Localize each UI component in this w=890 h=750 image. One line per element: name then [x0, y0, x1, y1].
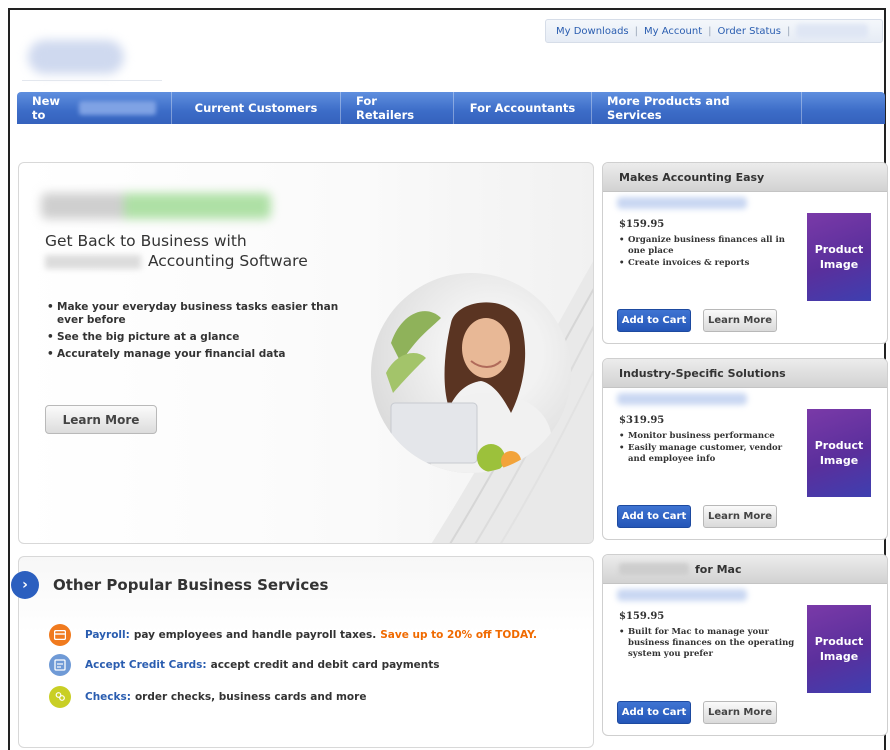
- product-price: $319.95: [619, 415, 665, 426]
- product-feature: Create invoices & reports: [619, 258, 797, 269]
- hero-bullet: Make your everyday business tasks easier…: [47, 301, 357, 327]
- brand-logo: [41, 193, 271, 219]
- product-card: for Mac $159.95 Built for Mac to manage …: [602, 554, 888, 736]
- product-image[interactable]: Product Image: [807, 605, 871, 693]
- redacted-link[interactable]: [796, 24, 869, 38]
- business-services-panel: › Other Popular Business Services Payrol…: [11, 556, 594, 748]
- hero-bullet: Accurately manage your financial data: [47, 348, 357, 361]
- service-description: pay employees and handle payroll taxes.: [133, 629, 377, 641]
- checks-link[interactable]: Checks:: [85, 691, 131, 703]
- logo[interactable]: [28, 40, 124, 74]
- product-price: $159.95: [619, 611, 665, 622]
- main-nav: New to Current Customers For Retailers F…: [17, 92, 885, 124]
- service-description: accept credit and debit card payments: [210, 659, 440, 671]
- payroll-link[interactable]: Payroll:: [85, 629, 130, 641]
- nav-for-retailers[interactable]: For Retailers: [341, 92, 454, 124]
- service-item-payroll: Payroll: pay employees and handle payrol…: [49, 624, 537, 646]
- redacted-product-name[interactable]: [617, 393, 747, 405]
- nav-for-retailers-label: For Retailers: [356, 94, 415, 122]
- product-feature: Easily manage customer, vendor and emplo…: [619, 443, 797, 465]
- service-description: order checks, business cards and more: [134, 691, 367, 703]
- product-card-title: Makes Accounting Easy: [619, 170, 765, 184]
- product-feature: Monitor business performance: [619, 431, 797, 442]
- redacted-product-name: [45, 254, 141, 269]
- services-title: Other Popular Business Services: [53, 576, 329, 594]
- product-card-header: Makes Accounting Easy: [603, 163, 887, 192]
- hero-banner: Get Back to Business with Accounting Sof…: [18, 162, 594, 544]
- learn-more-button[interactable]: Learn More: [703, 309, 777, 332]
- divider: |: [634, 25, 639, 37]
- my-downloads-link[interactable]: My Downloads: [556, 26, 629, 37]
- divider: |: [786, 25, 791, 37]
- product-card-header: Industry-Specific Solutions: [603, 359, 887, 388]
- service-item-checks: Checks: order checks, business cards and…: [49, 686, 366, 708]
- checks-icon: [49, 686, 71, 708]
- chevron-right-icon: ›: [11, 571, 39, 599]
- nav-for-accountants[interactable]: For Accountants: [454, 92, 592, 124]
- nav-current-customers[interactable]: Current Customers: [172, 92, 341, 124]
- redacted-brand: [79, 101, 156, 115]
- product-image[interactable]: Product Image: [807, 213, 871, 301]
- redacted-brand: [619, 563, 689, 575]
- product-features: Monitor business performance Easily mana…: [619, 431, 797, 466]
- hero-title: Get Back to Business with Accounting Sof…: [45, 231, 308, 271]
- utility-nav: My Downloads | My Account | Order Status…: [545, 19, 883, 43]
- nav-new-to[interactable]: New to: [17, 92, 172, 124]
- logo-divider: [22, 80, 162, 81]
- hero-photo: [371, 273, 571, 473]
- service-item-credit-cards: Accept Credit Cards: accept credit and d…: [49, 654, 440, 676]
- add-to-cart-button[interactable]: Add to Cart: [617, 701, 691, 724]
- product-card: Industry-Specific Solutions $319.95 Moni…: [602, 358, 888, 540]
- redacted-product-name[interactable]: [617, 589, 747, 601]
- accept-credit-cards-link[interactable]: Accept Credit Cards:: [85, 659, 207, 671]
- divider: |: [708, 25, 712, 37]
- my-account-link[interactable]: My Account: [644, 26, 702, 37]
- product-image[interactable]: Product Image: [807, 409, 871, 497]
- product-card: Makes Accounting Easy $159.95 Organize b…: [602, 162, 888, 344]
- product-card-title: Industry-Specific Solutions: [619, 366, 786, 380]
- hero-learn-more-button[interactable]: Learn More: [45, 405, 157, 434]
- product-features: Built for Mac to manage your business fi…: [619, 627, 797, 661]
- hero-bullet: See the big picture at a glance: [47, 331, 357, 344]
- product-feature: Organize business finances all in one pl…: [619, 235, 797, 257]
- nav-current-customers-label: Current Customers: [194, 101, 318, 115]
- product-features: Organize business finances all in one pl…: [619, 235, 797, 270]
- payroll-promo[interactable]: Save up to 20% off TODAY.: [380, 629, 537, 641]
- woman-laptop-illustration: [386, 302, 556, 473]
- product-price: $159.95: [619, 219, 665, 230]
- payroll-icon: [49, 624, 71, 646]
- nav-new-to-label: New to: [32, 94, 61, 122]
- nav-more-products-label: More Products and Services: [607, 94, 730, 122]
- order-status-link[interactable]: Order Status: [718, 26, 781, 37]
- add-to-cart-button[interactable]: Add to Cart: [617, 505, 691, 528]
- learn-more-button[interactable]: Learn More: [703, 505, 777, 528]
- hero-title-line1: Get Back to Business with: [45, 232, 247, 250]
- nav-for-accountants-label: For Accountants: [469, 101, 576, 115]
- hero-title-line2: Accounting Software: [147, 252, 308, 270]
- product-card-title: for Mac: [695, 562, 742, 576]
- hero-bullets: Make your everyday business tasks easier…: [47, 301, 357, 365]
- product-feature: Built for Mac to manage your business fi…: [619, 627, 797, 660]
- nav-more-products[interactable]: More Products and Services: [592, 92, 802, 124]
- credit-card-icon: [49, 654, 71, 676]
- learn-more-button[interactable]: Learn More: [703, 701, 777, 724]
- redacted-product-name[interactable]: [617, 197, 747, 209]
- product-card-header: for Mac: [603, 555, 887, 584]
- add-to-cart-button[interactable]: Add to Cart: [617, 309, 691, 332]
